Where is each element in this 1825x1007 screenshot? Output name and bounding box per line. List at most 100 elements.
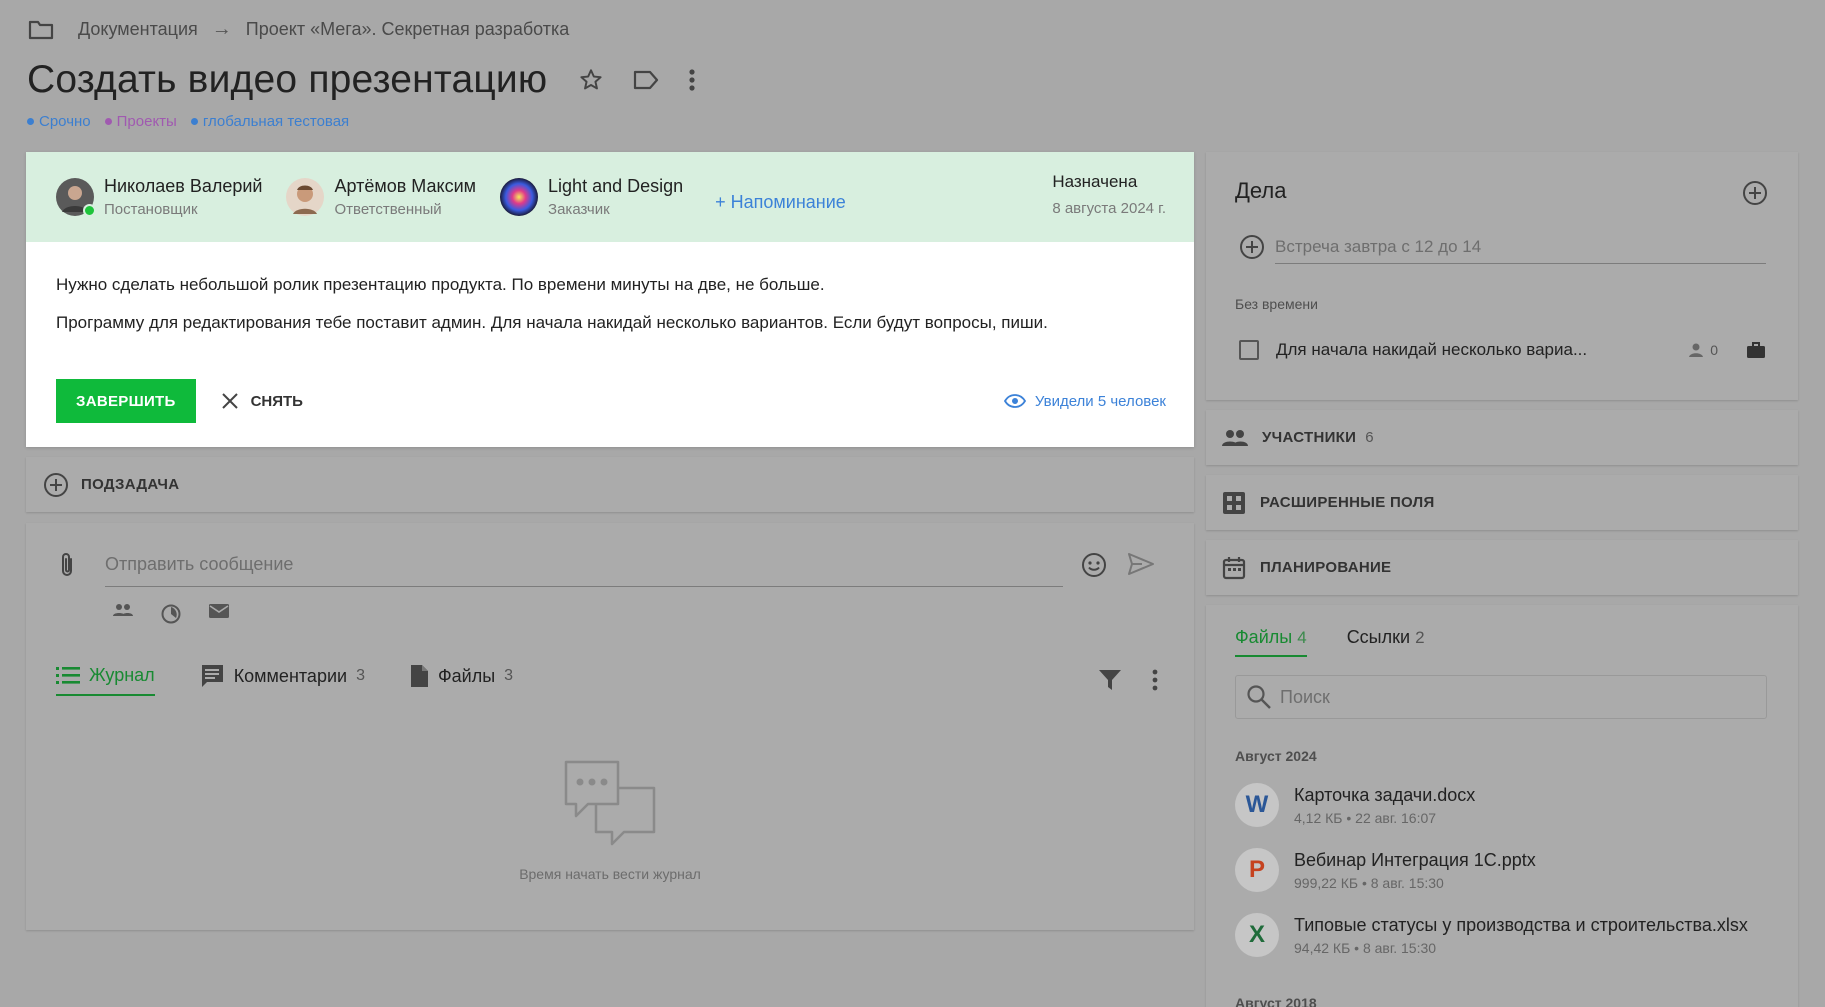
finish-button[interactable]: ЗАВЕРШИТЬ: [56, 379, 196, 423]
deals-panel: Дела Встреча завтра с 12 до 14 Без време…: [1206, 152, 1798, 400]
files-panel: Файлы 4 Ссылки 2 Поиск Август 2024 W Кар…: [1206, 605, 1798, 1007]
file-name: Вебинар Интеграция 1С.pptx: [1294, 849, 1536, 870]
avatar: [500, 178, 539, 216]
empty-journal: Время начать вести журнал: [26, 760, 1194, 882]
files-group-label: Август 2018: [1235, 995, 1317, 1007]
deal-participants-count: 0: [1710, 342, 1718, 358]
tab-count: 2: [1415, 628, 1425, 647]
add-subtask-button[interactable]: ПОДЗАДАЧА: [26, 457, 1194, 512]
emoji-icon[interactable]: [1081, 552, 1107, 578]
comment-panel: Отправить сообщение Журнал Комментарии 3…: [26, 523, 1194, 930]
subtask-label: ПОДЗАДАЧА: [81, 476, 180, 493]
status-label: Назначена: [1052, 172, 1138, 191]
timer-icon[interactable]: [160, 603, 182, 625]
breadcrumb-project[interactable]: Проект «Мега». Секретная разработка: [246, 19, 570, 40]
tab-comments[interactable]: Комментарии 3: [199, 663, 365, 697]
send-icon[interactable]: [1127, 552, 1155, 578]
powerpoint-file-icon: P: [1235, 848, 1279, 892]
tab-label: Файлы: [437, 665, 496, 686]
person-role: Ответственный: [334, 201, 442, 218]
file-icon: [409, 664, 429, 688]
participants-section[interactable]: УЧАСТНИКИ 6: [1206, 410, 1798, 465]
add-deal-icon[interactable]: [1742, 180, 1768, 206]
section-count: 6: [1365, 429, 1374, 446]
tab-links[interactable]: Ссылки 2: [1347, 627, 1425, 657]
people-icon: [1222, 429, 1248, 447]
more-vert-icon[interactable]: [1152, 669, 1158, 691]
person-name: Light and Design: [548, 176, 684, 196]
person-responsible[interactable]: Артёмов Максим Ответственный: [286, 176, 476, 218]
more-vert-icon[interactable]: [688, 68, 696, 92]
online-status-indicator: [83, 204, 96, 217]
seen-by-link[interactable]: Увидели 5 человек: [1003, 393, 1166, 410]
empty-journal-text: Время начать вести журнал: [519, 866, 701, 882]
label-icon[interactable]: [632, 69, 660, 91]
file-name: Типовые статусы у производства и строите…: [1294, 914, 1748, 935]
remove-label: СНЯТЬ: [250, 392, 303, 410]
section-label: ПЛАНИРОВАНИЕ: [1260, 559, 1392, 576]
files-search-input[interactable]: Поиск: [1235, 675, 1767, 719]
word-file-icon: W: [1235, 783, 1279, 827]
search-icon: [1246, 684, 1272, 710]
deal-input-row: Встреча завтра с 12 до 14: [1239, 230, 1766, 264]
search-placeholder: Поиск: [1280, 686, 1330, 707]
planning-section[interactable]: ПЛАНИРОВАНИЕ: [1206, 540, 1798, 595]
remove-button[interactable]: СНЯТЬ: [221, 392, 303, 410]
tab-count: 4: [1297, 628, 1307, 647]
person-creator[interactable]: Николаев Валерий Постановщик: [56, 176, 262, 218]
tag-global-test[interactable]: глобальная тестовая: [190, 113, 349, 130]
comment-icon: [199, 663, 225, 689]
tab-files[interactable]: Файлы 3: [409, 664, 513, 696]
person-name: Артёмов Максим: [334, 176, 477, 196]
tab-count: 3: [504, 667, 514, 684]
extended-fields-section[interactable]: РАСШИРЕННЫЕ ПОЛЯ: [1206, 475, 1798, 530]
deal-checkbox[interactable]: [1239, 340, 1259, 360]
folder-icon[interactable]: [28, 20, 54, 40]
message-input[interactable]: Отправить сообщение: [105, 543, 1063, 587]
file-meta: 4,12 КБ • 22 авг. 16:07: [1294, 809, 1437, 826]
file-name: Карточка задачи.docx: [1294, 784, 1476, 805]
deal-input[interactable]: Встреча завтра с 12 до 14: [1275, 230, 1766, 264]
attach-icon[interactable]: [59, 551, 75, 579]
title-row: Создать видео презентацию: [27, 58, 696, 102]
file-item[interactable]: P Вебинар Интеграция 1С.pptx 999,22 КБ •…: [1235, 848, 1536, 892]
briefcase-icon[interactable]: [1746, 341, 1766, 359]
person-customer[interactable]: Light and Design Заказчик: [500, 176, 683, 218]
file-item[interactable]: X Типовые статусы у производства и строи…: [1235, 913, 1748, 957]
task-actions: ЗАВЕРШИТЬ СНЯТЬ Увидели 5 человек: [56, 379, 1166, 423]
task-status[interactable]: Назначена 8 августа 2024 г.: [1052, 172, 1166, 217]
tab-label: Ссылки: [1346, 627, 1411, 647]
avatar: [286, 178, 325, 216]
section-label: РАСШИРЕННЫЕ ПОЛЯ: [1260, 494, 1435, 511]
tab-label: Файлы: [1235, 627, 1293, 647]
filter-icon[interactable]: [1098, 668, 1122, 692]
add-circle-icon[interactable]: [1239, 234, 1265, 260]
person-role: Заказчик: [548, 201, 610, 218]
mail-icon[interactable]: [208, 603, 230, 625]
task-card: Николаев Валерий Постановщик Артёмов Мак…: [26, 152, 1194, 447]
tag-list: Срочно Проекты глобальная тестовая: [27, 113, 349, 130]
tag-projects[interactable]: Проекты: [104, 113, 177, 130]
add-reminder-link[interactable]: + Напоминание: [715, 192, 846, 213]
message-options: [112, 603, 230, 625]
files-group-label: Август 2024: [1235, 748, 1317, 764]
avatar: [56, 178, 96, 217]
person-name: Николаев Валерий: [104, 176, 263, 196]
breadcrumb-root[interactable]: Документация: [78, 19, 198, 40]
description-line: Программу для редактирования тебе постав…: [56, 313, 1048, 332]
tab-files[interactable]: Файлы 4: [1235, 627, 1307, 657]
deal-item[interactable]: Для начала накидай несколько вариа... 0: [1239, 340, 1766, 360]
deals-title: Дела: [1235, 178, 1287, 203]
chat-bubbles-icon: [564, 760, 656, 850]
section-label: УЧАСТНИКИ: [1262, 429, 1357, 446]
star-icon[interactable]: [578, 67, 604, 93]
tag-urgent[interactable]: Срочно: [27, 113, 91, 130]
file-item[interactable]: W Карточка задачи.docx 4,12 КБ • 22 авг.…: [1235, 783, 1475, 827]
tab-count: 3: [356, 667, 365, 684]
excel-file-icon: X: [1235, 913, 1279, 957]
person-icon: [1688, 342, 1704, 358]
tab-journal[interactable]: Журнал: [56, 665, 155, 696]
comment-tabs: Журнал Комментарии 3 Файлы 3: [56, 663, 1158, 697]
people-icon[interactable]: [112, 603, 134, 625]
deals-group-label: Без времени: [1235, 296, 1318, 312]
